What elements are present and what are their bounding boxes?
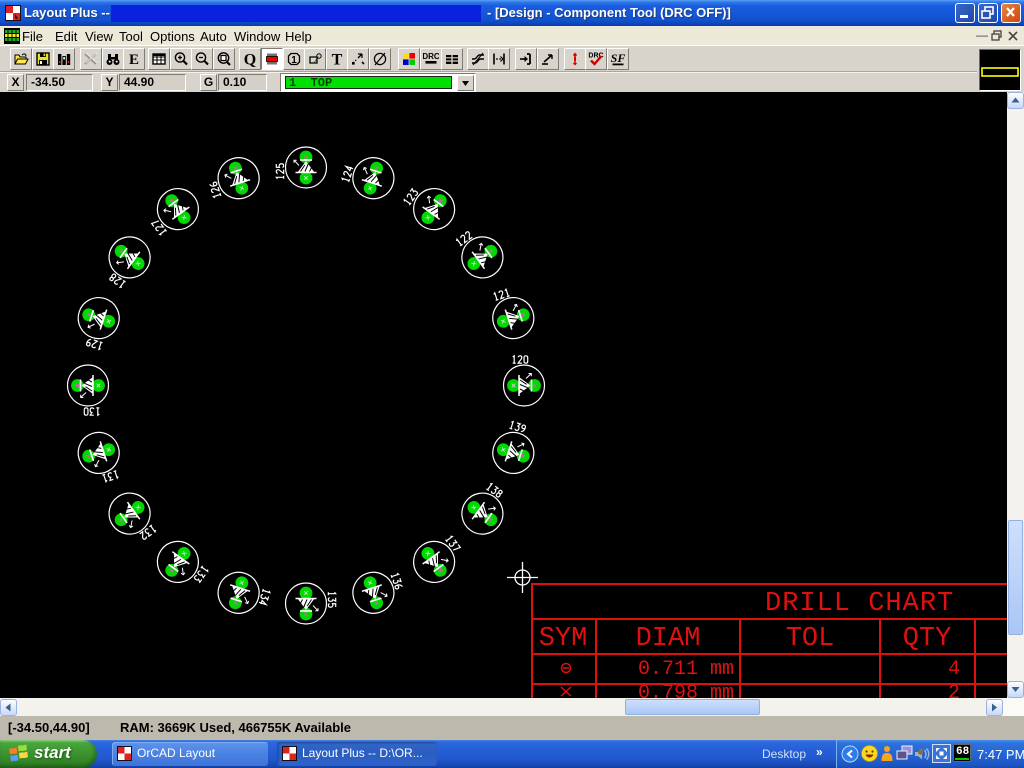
svg-text:DIAM: DIAM: [636, 624, 701, 654]
svg-text:SF: SF: [610, 51, 625, 65]
svg-text:QTY: QTY: [903, 624, 952, 654]
svg-text:Q: Q: [244, 52, 256, 68]
svg-text:DRC: DRC: [423, 52, 439, 61]
svg-text:2: 2: [948, 682, 960, 698]
svg-text:SYM: SYM: [539, 624, 588, 654]
svg-text:E: E: [129, 52, 139, 67]
svg-text:0.798 mm: 0.798 mm: [638, 682, 734, 698]
svg-text:0.711 mm: 0.711 mm: [638, 658, 734, 681]
svg-text:4: 4: [948, 658, 960, 681]
svg-text:DRILL CHART: DRILL CHART: [765, 589, 954, 619]
svg-text:1: 1: [291, 55, 297, 66]
svg-text:T: T: [331, 52, 342, 68]
svg-text:TOL: TOL: [786, 624, 835, 654]
